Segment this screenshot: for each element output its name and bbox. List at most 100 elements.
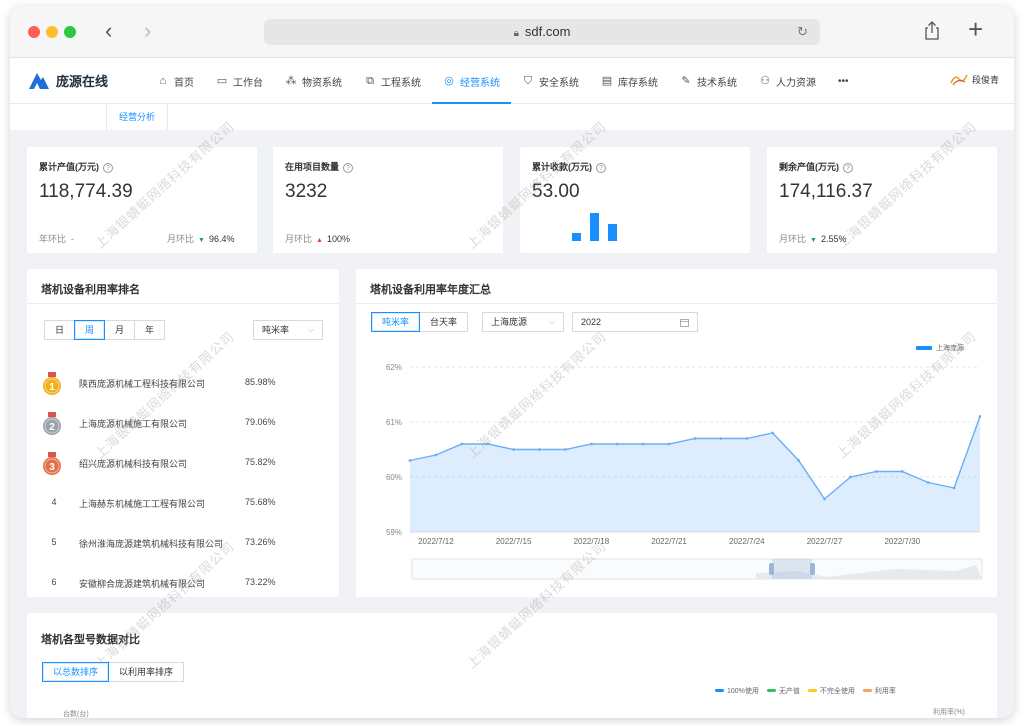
x-tick-label: 2022/7/12 [418, 537, 454, 546]
zoom-handle-right[interactable] [810, 563, 815, 575]
menu-item-label: 技术系统 [697, 77, 737, 89]
ranking-row[interactable]: 2 上海庞源机械施工有限公司 79.06% [41, 412, 339, 435]
ranking-row[interactable]: 1 陕西庞源机械工程科技有限公司 85.98% [41, 372, 339, 395]
data-point[interactable] [874, 470, 878, 473]
data-point[interactable] [900, 470, 904, 473]
menu-item-6[interactable]: ▤ 库存系统 [590, 58, 669, 104]
menu-item-3[interactable]: ⧉ 工程系统 [353, 58, 432, 104]
rank-number: 2 [49, 422, 55, 433]
help-icon[interactable]: ? [343, 163, 354, 173]
y-tick-label: 61% [386, 418, 402, 427]
period-tab-0[interactable]: 日 [44, 320, 76, 340]
data-point[interactable] [771, 431, 775, 435]
user-menu[interactable]: 段俊青 [950, 72, 999, 86]
ranking-row[interactable]: 6 安徽柳合庞源建筑机械有限公司 73.22% [41, 572, 339, 594]
back-arrow-icon[interactable]: ‹ [105, 19, 112, 43]
data-point[interactable] [486, 442, 490, 446]
share-icon[interactable] [924, 20, 940, 40]
forward-arrow-icon[interactable]: › [144, 19, 151, 43]
url-text: sdf.com [524, 24, 571, 39]
x-tick-label: 2022/7/24 [729, 537, 765, 546]
minimize-window-button[interactable] [46, 26, 58, 38]
ranking-metric-select[interactable]: 吨米率 ⌵ [253, 320, 323, 340]
zoom-window[interactable] [772, 559, 812, 579]
ranking-row[interactable]: 3 绍兴庞源机械科技有限公司 75.82% [41, 452, 339, 475]
menu-item-4[interactable]: ◎ 经营系统 [432, 58, 511, 104]
help-icon[interactable]: ? [843, 163, 853, 173]
menu-item-label: 工作台 [233, 77, 263, 89]
address-bar[interactable]: 🔒︎ sdf.com ↻ [264, 19, 820, 45]
ranking-row[interactable]: 4 上海赫东机械施工工程有限公司 75.68% [41, 492, 339, 514]
kpi-card-active-projects: 在用项目数量? 3232 月环比 ▲ 100% [273, 147, 503, 253]
medal-icon: 3 [43, 452, 61, 475]
logo-icon[interactable] [28, 70, 50, 90]
menu-item-7[interactable]: ✎ 技术系统 [669, 58, 748, 104]
kpi-value: 118,774.39 [39, 181, 133, 202]
help-icon[interactable]: ? [596, 163, 606, 173]
ranking-row[interactable]: 5 徐州淮海庞源建筑机械科技有限公司 73.26% [41, 532, 339, 554]
data-point[interactable] [849, 475, 852, 479]
browser-toolbar: ‹ › 🔒︎ sdf.com ↻ + [10, 6, 1014, 58]
menu-item-label: 库存系统 [618, 77, 658, 89]
menu-item-0[interactable]: ⌂ 首页 [146, 58, 205, 104]
home-icon: ⌂ [159, 75, 167, 87]
menu-item-5[interactable]: ⛉ 安全系统 [511, 58, 590, 104]
data-point[interactable] [564, 448, 567, 451]
company-name: 陕西庞源机械工程科技有限公司 [79, 379, 206, 389]
new-tab-icon[interactable]: + [968, 14, 983, 44]
compare-tab-1[interactable]: 以利用率排序 [108, 662, 185, 682]
help-icon[interactable]: ? [103, 163, 113, 173]
data-point[interactable] [797, 459, 801, 462]
period-tab-1[interactable]: 周 [74, 320, 106, 340]
compare-sort-tabs: 以总数排序 以利用率排序 [42, 662, 185, 682]
data-point[interactable] [745, 437, 749, 440]
rank-number: 4 [51, 497, 57, 507]
data-point[interactable] [823, 497, 826, 501]
legend-item[interactable]: 无产值 [766, 686, 800, 696]
legend-item[interactable]: 100%使用 [715, 686, 759, 696]
data-point[interactable] [667, 442, 671, 446]
menu-item-1[interactable]: ▭ 工作台 [205, 58, 274, 104]
menu-item-2[interactable]: ⁂ 物资系统 [274, 58, 353, 104]
kpi-title: 在用项目数量? [285, 160, 354, 173]
legend-item[interactable]: 利用率 [862, 686, 896, 696]
data-point[interactable] [952, 486, 956, 490]
data-point[interactable] [538, 448, 541, 451]
legend-swatch [862, 689, 872, 692]
data-point[interactable] [693, 437, 697, 440]
reload-icon[interactable]: ↻ [797, 19, 808, 45]
file-icon: ▤ [601, 75, 613, 87]
kpi-mom: 月环比 ▼ 96.4% [167, 234, 235, 244]
data-point[interactable] [460, 442, 464, 446]
main-menu: ⌂ 首页 ▭ 工作台 ⁂ 物资系统 ⧉ 工程系统 ◎ 经营系统 ⛉ 安全系统 ▤ 库存系统 ✎ 技术系统 ⚇ 人力… [146, 58, 860, 104]
close-window-button[interactable] [28, 26, 40, 38]
sub-tab-bar: 经营分析 [10, 104, 1014, 130]
data-point[interactable] [719, 437, 723, 440]
period-tab-3[interactable]: 年 [134, 320, 166, 340]
data-point[interactable] [926, 481, 930, 484]
menu-item-8[interactable]: ⚇ 人力资源 [748, 58, 827, 104]
compare-title: 塔机各型号数据对比 [41, 634, 140, 646]
menu-item-9[interactable]: ••• [827, 58, 860, 104]
kpi-title: 累计收款(万元)? [532, 160, 606, 173]
legend-label[interactable]: 上海庞源 [936, 343, 964, 352]
legend-item[interactable]: 不完全使用 [807, 686, 855, 696]
menu-item-label: 工程系统 [381, 77, 421, 89]
data-point[interactable] [589, 442, 593, 446]
tab-business-analysis[interactable]: 经营分析 [106, 104, 168, 130]
annual-tab-0[interactable]: 吨米率 [371, 312, 421, 332]
logo-text[interactable]: 庞源在线 [56, 71, 108, 90]
data-point[interactable] [408, 459, 412, 462]
data-point[interactable] [512, 448, 516, 451]
data-point[interactable] [434, 453, 438, 457]
mini-bar-chart [572, 213, 617, 241]
x-tick-label: 2022/7/30 [884, 537, 920, 546]
compare-tab-0[interactable]: 以总数排序 [42, 662, 110, 682]
period-tab-2[interactable]: 月 [104, 320, 136, 340]
data-point[interactable] [641, 442, 645, 446]
maximize-window-button[interactable] [64, 26, 76, 38]
zoom-handle-left[interactable] [769, 563, 774, 575]
menu-item-label: 经营系统 [460, 77, 500, 89]
data-point[interactable] [615, 442, 619, 446]
data-point[interactable] [978, 415, 982, 418]
